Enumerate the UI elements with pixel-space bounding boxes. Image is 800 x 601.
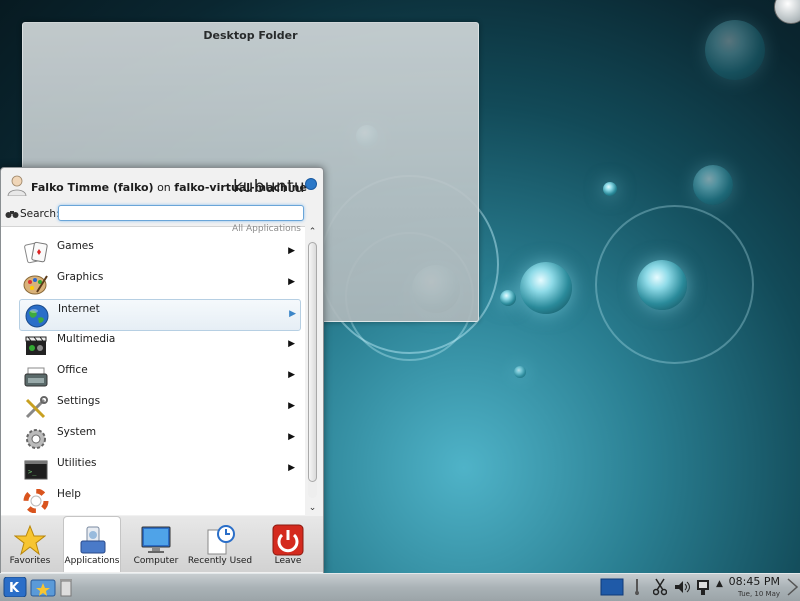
graphics-icon — [23, 275, 48, 295]
list-item-office[interactable]: Office ▶ — [19, 361, 299, 391]
monitor-icon — [141, 526, 171, 553]
list-item-label: Games — [57, 240, 94, 252]
wallpaper-orb — [637, 260, 687, 310]
search-label: Search: — [20, 208, 60, 220]
scissors-icon[interactable] — [653, 577, 667, 597]
list-item-graphics[interactable]: Graphics ▶ — [19, 268, 299, 298]
list-item-label: Help — [57, 488, 81, 500]
list-item-label: Settings — [57, 395, 101, 407]
tab-label: Recently Used — [187, 556, 253, 566]
star-icon — [14, 524, 46, 556]
list-item-help[interactable]: Help — [19, 485, 299, 515]
multimedia-icon — [25, 336, 47, 355]
applications-icon — [80, 526, 106, 554]
list-item-games[interactable]: Games ▶ — [19, 237, 299, 267]
wallpaper-orb — [514, 366, 526, 378]
tab-computer[interactable]: Computer — [127, 516, 185, 572]
list-item-multimedia[interactable]: Multimedia ▶ — [19, 330, 299, 360]
terminal-icon: >_ — [24, 460, 48, 480]
list-item-internet[interactable]: Internet ▶ — [19, 299, 301, 331]
tab-applications[interactable]: Applications — [63, 516, 121, 572]
list-item-label: Internet — [58, 303, 100, 315]
wallpaper-orb — [500, 290, 516, 306]
list-item-utilities[interactable]: >_ Utilities ▶ — [19, 454, 299, 484]
kubuntu-logo: kubuntu — [233, 177, 305, 197]
power-icon — [272, 524, 304, 556]
kde-menu-icon[interactable]: K — [3, 577, 27, 597]
trash-icon[interactable] — [59, 577, 73, 597]
binoculars-icon — [5, 211, 19, 218]
panel-toolbox-icon[interactable] — [786, 577, 798, 597]
breadcrumb[interactable]: All Applications — [232, 224, 301, 234]
taskbar: K ▲ 08:45 PM Tue, 10 May — [0, 573, 800, 601]
kickoff-tab-bar: Favorites Applications Computer Recently… — [1, 516, 323, 572]
chevron-right-icon: ▶ — [288, 277, 295, 287]
games-icon — [24, 241, 48, 264]
network-icon[interactable] — [695, 577, 711, 597]
list-item-label: Utilities — [57, 457, 97, 469]
kickoff-menu: Falko Timme (falko) on falko-virtual-mac… — [0, 167, 324, 574]
svg-text:K: K — [9, 581, 20, 596]
application-list: All Applications Games ▶ Graphics ▶ Inte… — [1, 224, 305, 515]
notifications-icon[interactable] — [632, 577, 642, 597]
volume-icon[interactable] — [673, 577, 691, 597]
tab-recently-used[interactable]: Recently Used — [188, 516, 252, 572]
wallpaper-orb — [705, 20, 765, 80]
tab-leave[interactable]: Leave — [259, 516, 317, 572]
clock-document-icon — [207, 525, 235, 555]
list-item-label: Office — [57, 364, 88, 376]
chevron-right-icon: ▶ — [288, 246, 295, 256]
desktop-folder-title: Desktop Folder — [203, 29, 298, 42]
folder-star-icon[interactable] — [30, 577, 56, 597]
search-input[interactable] — [58, 205, 304, 221]
chevron-right-icon: ▶ — [288, 370, 295, 380]
chevron-up-icon[interactable]: ⌃ — [306, 226, 319, 238]
list-scrollbar[interactable]: ⌃ ⌄ — [306, 226, 319, 514]
chevron-up-icon[interactable]: ▲ — [716, 579, 723, 599]
pager-icon[interactable] — [600, 577, 624, 597]
gear-icon — [26, 429, 46, 449]
wallpaper-orb — [693, 165, 733, 205]
svg-text:>_: >_ — [28, 468, 37, 476]
user-on-word: on — [157, 181, 171, 194]
chevron-right-icon: ▶ — [288, 339, 295, 349]
tools-icon — [25, 396, 48, 419]
list-item-label: Graphics — [57, 271, 104, 283]
list-item-system[interactable]: System ▶ — [19, 423, 299, 453]
list-item-label: System — [57, 426, 97, 438]
chevron-right-icon: ▶ — [288, 463, 295, 473]
wallpaper-orb — [603, 182, 617, 196]
chevron-right-icon: ▶ — [289, 309, 296, 319]
chevron-right-icon: ▶ — [288, 401, 295, 411]
kickoff-header: Falko Timme (falko) on falko-virtual-mac… — [1, 168, 323, 202]
tab-favorites[interactable]: Favorites — [1, 516, 59, 572]
kubuntu-logo-icon — [305, 178, 317, 190]
globe-icon — [25, 304, 49, 328]
chevron-right-icon: ▶ — [288, 432, 295, 442]
list-item-label: Multimedia — [57, 333, 116, 345]
clock-time[interactable]: 08:45 PM — [729, 575, 780, 588]
chevron-down-icon[interactable]: ⌄ — [306, 502, 319, 514]
lifebuoy-icon — [23, 489, 49, 513]
user-name: Falko Timme (falko) — [31, 181, 154, 194]
user-avatar-icon — [7, 175, 27, 196]
scroll-thumb[interactable] — [308, 242, 317, 482]
clock-date[interactable]: Tue, 10 May — [738, 590, 780, 598]
wallpaper-orb — [520, 262, 572, 314]
list-item-settings[interactable]: Settings ▶ — [19, 392, 299, 422]
tab-label: Leave — [274, 556, 302, 566]
typewriter-icon — [24, 367, 48, 387]
